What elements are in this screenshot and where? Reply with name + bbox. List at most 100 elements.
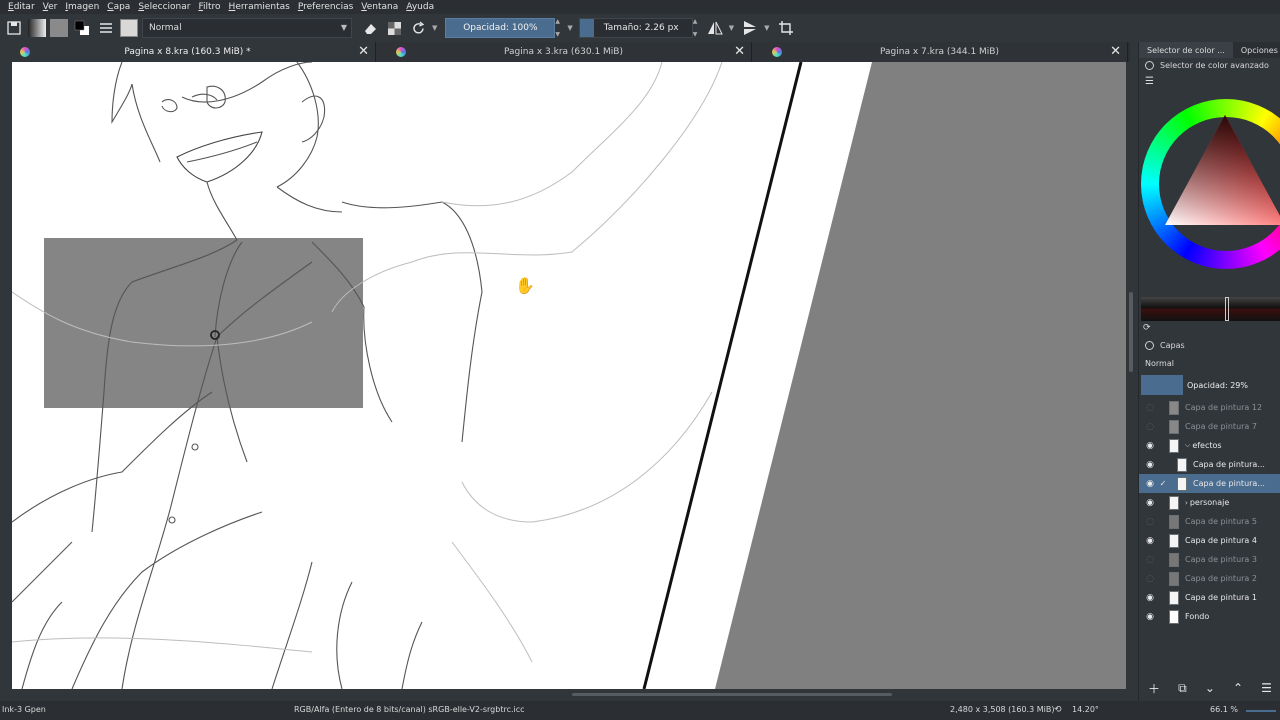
mirror-horizontal-icon[interactable] (705, 18, 725, 38)
layer-blend-mode-select[interactable]: Normal (1141, 356, 1279, 370)
eraser-icon[interactable] (360, 18, 380, 38)
layer-row[interactable]: ◉ › personaje (1139, 493, 1280, 512)
layer-blend-mode-value: Normal (1145, 358, 1174, 368)
layer-thumbnail (1169, 438, 1179, 453)
settings-list-icon[interactable]: ☰ (1145, 76, 1154, 87)
group-folder-icon[interactable]: › (1185, 499, 1188, 507)
layer-name: efectos (1192, 441, 1222, 450)
close-icon[interactable]: ✕ (734, 44, 745, 59)
layer-thumbnail (1169, 609, 1179, 624)
tab-pagina-7[interactable]: Pagina x 7.kra (344.1 MiB) ✕ (752, 42, 1128, 62)
menu-seleccionar[interactable]: Seleccionar (138, 2, 190, 12)
tab-pagina-8[interactable]: Pagina x 8.kra (160.3 MiB) * ✕ (0, 42, 376, 62)
color-wheel[interactable] (1141, 99, 1280, 269)
visibility-off-icon[interactable]: ◌ (1143, 574, 1157, 584)
layer-row[interactable]: ◉ Capa de pintura 4 (1139, 531, 1280, 550)
menu-ventana[interactable]: Ventana (361, 2, 398, 12)
chevron-down-icon[interactable]: ▼ (729, 24, 734, 32)
eye-icon[interactable]: ◉ (1143, 593, 1157, 603)
tab-tool-options[interactable]: Opciones d (1233, 42, 1280, 58)
layer-row[interactable]: ◌ Capa de pintura 2 (1139, 569, 1280, 588)
image-dimensions: 2,480 x 3,508 (160.3 MiB) (950, 705, 1055, 714)
blend-mode-select[interactable]: Normal ▼ (142, 18, 352, 38)
add-layer-icon[interactable]: ＋ (1148, 680, 1160, 697)
save-icon[interactable] (4, 18, 24, 38)
layer-row[interactable]: ◌ Capa de pintura 5 (1139, 512, 1280, 531)
menu-ayuda[interactable]: Ayuda (406, 2, 434, 12)
visibility-off-icon[interactable]: ◌ (1143, 422, 1157, 432)
layer-opacity-slider[interactable]: Opacidad: 29% (1141, 375, 1280, 395)
layer-row[interactable]: ◉ Capa de pintura... (1139, 455, 1280, 474)
layer-name: personaje (1189, 498, 1230, 507)
eye-icon[interactable]: ◉ (1143, 498, 1157, 508)
visibility-off-icon[interactable]: ◌ (1143, 403, 1157, 413)
shade-selector[interactable] (1141, 297, 1280, 321)
eye-icon[interactable]: ◉ (1143, 441, 1157, 451)
menu-preferencias[interactable]: Preferencias (298, 2, 353, 12)
scrollbar-thumb[interactable] (1129, 292, 1133, 372)
rotation-icon[interactable]: ⟲ (1054, 705, 1062, 715)
eye-icon[interactable]: ◉ (1143, 460, 1157, 470)
brush-preset-icon[interactable] (120, 19, 138, 37)
reload-preset-icon[interactable] (408, 18, 428, 38)
group-folder-icon[interactable]: ⌵ (1185, 441, 1190, 450)
menu-ver[interactable]: Ver (43, 2, 58, 12)
move-up-icon[interactable]: ⌃ (1233, 681, 1243, 695)
size-slider[interactable]: Tamaño: 2.26 px (578, 18, 693, 38)
lock-icon[interactable] (1145, 340, 1154, 350)
layer-name: Capa de pintura 12 (1185, 403, 1263, 412)
refresh-icon[interactable]: ⟳ (1143, 323, 1151, 333)
menu-capa[interactable]: Capa (107, 2, 130, 12)
layers-toolbar: ＋ ⧉ ⌄ ⌃ ☰ (1139, 678, 1280, 698)
horizontal-scrollbar[interactable] (12, 689, 1126, 701)
tab-pagina-3[interactable]: Pagina x 3.kra (630.1 MiB) ✕ (376, 42, 752, 62)
size-stepper[interactable]: ▲ ▼ (693, 18, 701, 38)
opacity-stepper[interactable]: ▲ ▼ (555, 18, 563, 38)
wrap-around-icon[interactable] (776, 18, 796, 38)
chevron-down-icon[interactable]: ▼ (764, 24, 769, 32)
size-label: Tamaño: 2.26 px (603, 23, 679, 33)
visibility-off-icon[interactable]: ◌ (1143, 517, 1157, 527)
close-icon[interactable]: ✕ (358, 44, 369, 59)
zoom-slider[interactable] (1246, 710, 1276, 712)
mirror-vertical-icon[interactable] (740, 18, 760, 38)
alpha-lock-icon[interactable] (384, 18, 404, 38)
krita-file-icon (396, 47, 406, 57)
blend-mode-value: Normal (149, 23, 182, 33)
layer-properties-icon[interactable]: ☰ (1261, 681, 1272, 695)
krita-file-icon (20, 47, 30, 57)
layer-row[interactable]: ◉ Fondo (1139, 607, 1280, 626)
layer-row[interactable]: ◌ Capa de pintura 12 (1139, 398, 1280, 417)
eye-icon[interactable]: ◉ (1143, 536, 1157, 546)
layer-row[interactable]: ◉ ✓ Capa de pintura... (1139, 474, 1280, 493)
move-down-icon[interactable]: ⌄ (1205, 681, 1215, 695)
layer-row[interactable]: ◌ Capa de pintura 7 (1139, 417, 1280, 436)
layer-row[interactable]: ◌ Capa de pintura 3 (1139, 550, 1280, 569)
layer-thumbnail (1169, 514, 1179, 529)
eye-icon[interactable]: ◉ (1143, 479, 1157, 489)
visibility-off-icon[interactable]: ◌ (1143, 555, 1157, 565)
vertical-scrollbar[interactable] (1126, 62, 1136, 689)
tab-color-selector[interactable]: Selector de color ... (1139, 42, 1233, 58)
scrollbar-thumb[interactable] (572, 693, 892, 696)
menu-imagen[interactable]: Imagen (65, 2, 99, 12)
menu-editar[interactable]: Editar (8, 2, 35, 12)
gradient-swatch[interactable] (28, 19, 46, 37)
eye-icon[interactable]: ◉ (1143, 612, 1157, 622)
fg-bg-color-icon[interactable] (72, 18, 92, 38)
pattern-swatch[interactable] (50, 19, 68, 37)
menu-herramientas[interactable]: Herramientas (229, 2, 290, 12)
chevron-down-icon[interactable]: ▼ (432, 24, 437, 32)
opacity-slider[interactable]: Opacidad: 100% (445, 18, 556, 38)
brush-settings-icon[interactable] (96, 18, 116, 38)
duplicate-layer-icon[interactable]: ⧉ (1178, 681, 1187, 696)
color-triangle[interactable] (1161, 113, 1280, 253)
drawing-canvas[interactable]: ✋ (12, 62, 1126, 689)
menu-filtro[interactable]: Filtro (198, 2, 220, 12)
close-icon[interactable]: ✕ (1110, 44, 1121, 59)
layer-thumbnail (1169, 533, 1179, 548)
lock-icon[interactable] (1145, 60, 1154, 70)
layer-row[interactable]: ◉ ⌵ efectos (1139, 436, 1280, 455)
chevron-down-icon[interactable]: ▼ (567, 24, 572, 32)
layer-row[interactable]: ◉ Capa de pintura 1 (1139, 588, 1280, 607)
